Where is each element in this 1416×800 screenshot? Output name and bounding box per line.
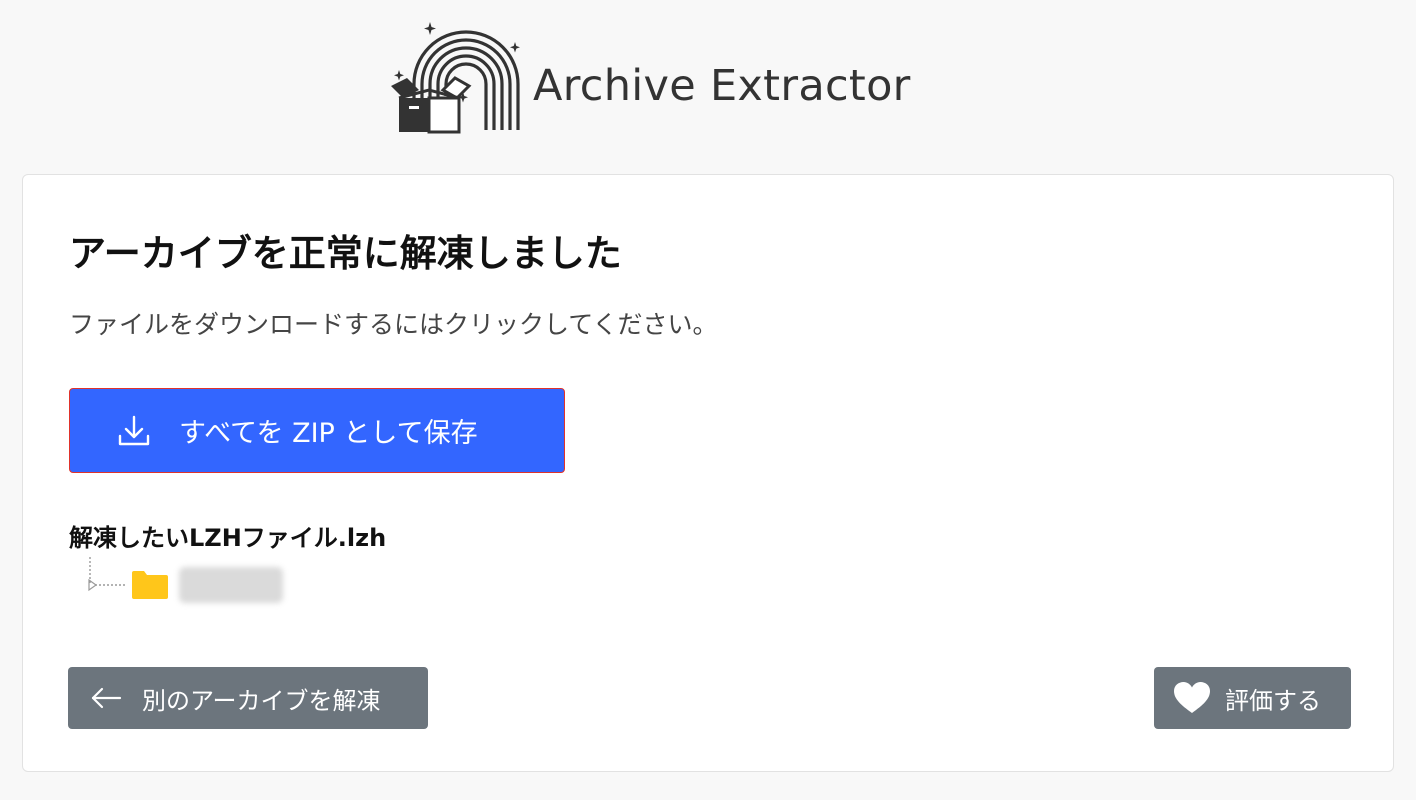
result-card: アーカイブを正常に解凍しました ファイルをダウンロードするにはクリックしてくださ… [22, 174, 1394, 772]
save-all-zip-button[interactable]: すべてを ZIP として保存 [69, 388, 565, 473]
app-header: Archive Extractor [385, 18, 911, 138]
rate-label: 評価する [1225, 686, 1321, 715]
rainbow-box-logo-icon [391, 22, 520, 134]
app-title: Archive Extractor [533, 61, 911, 111]
folder-name-redacted[interactable] [179, 567, 283, 603]
rate-button[interactable]: 評価する [1154, 667, 1351, 729]
download-icon [118, 415, 150, 445]
heart-icon [1174, 682, 1210, 713]
tree-item-folder[interactable] [85, 555, 315, 603]
folder-icon [132, 571, 168, 599]
extract-another-button[interactable]: 別のアーカイブを解凍 [68, 667, 428, 729]
page-title: アーカイブを正常に解凍しました [69, 232, 622, 275]
arrow-left-icon [91, 687, 122, 709]
archive-file-name: 解凍したいLZHファイル.lzh [69, 524, 387, 552]
page-subtitle: ファイルをダウンロードするにはクリックしてください。 [69, 310, 718, 339]
extract-another-label: 別のアーカイブを解凍 [142, 686, 381, 715]
tree-connector-icon [88, 557, 125, 592]
save-all-zip-label: すべてを ZIP として保存 [179, 418, 478, 449]
